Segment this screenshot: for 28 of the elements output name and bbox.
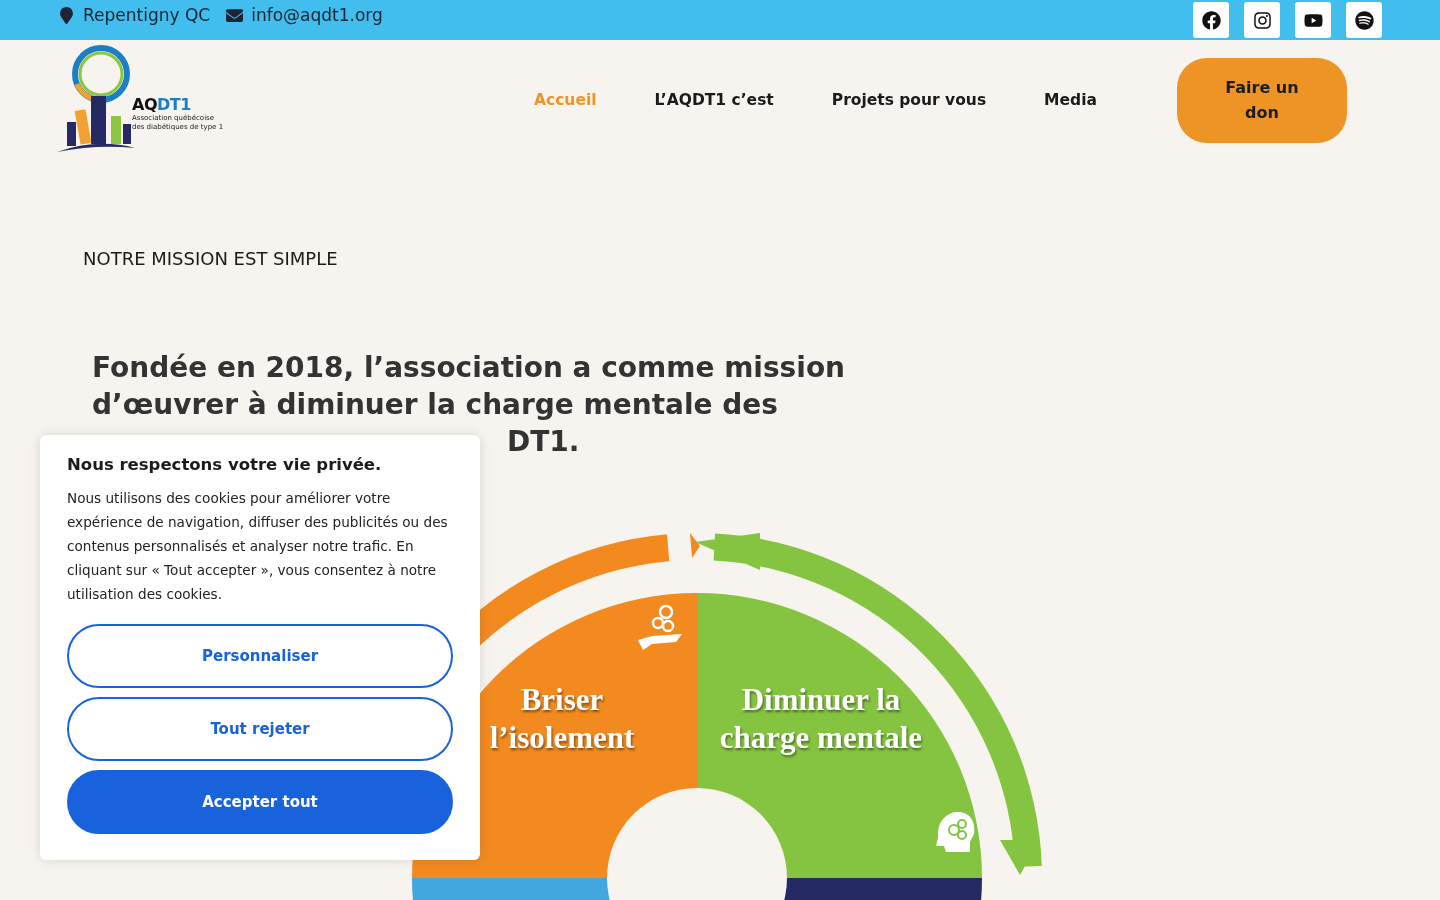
cookie-button[interactable]: Accepter tout	[67, 770, 453, 834]
location-pin-icon	[58, 6, 75, 24]
mission-heading: Fondée en 2018, l’association a comme mission d’œuvrer à diminuer la charge mentale des	[92, 350, 847, 423]
facebook-link[interactable]	[1193, 2, 1229, 38]
donate-button[interactable]: Faire un don	[1176, 57, 1347, 143]
envelope-icon	[226, 6, 244, 24]
logo-wordmark: AQDT1	[132, 94, 192, 114]
spotify-icon	[1354, 10, 1374, 30]
facebook-icon	[1201, 10, 1221, 30]
banner-title: Nous respectons votre vie privée.	[67, 455, 383, 474]
section-eyebrow: NOTRE MISSION EST SIMPLE	[83, 248, 339, 269]
cookie-button[interactable]: Personnaliser	[67, 624, 453, 688]
cookie-button[interactable]: Tout rejeter	[67, 697, 453, 761]
segment-label: Briser l’isolement	[489, 682, 635, 755]
nav-link[interactable]: Projets pour vous	[831, 91, 987, 109]
spotify-link[interactable]	[1346, 2, 1382, 38]
mission-heading: DT1.	[507, 424, 581, 460]
instagram-icon	[1252, 10, 1272, 30]
location-text: Repentigny QC	[83, 5, 211, 25]
head-gears-icon	[936, 812, 975, 852]
youtube-link[interactable]	[1295, 2, 1331, 38]
email-link[interactable]: info@aqdt1.org	[251, 5, 383, 25]
nav-link[interactable]: L’AQDT1 c’est	[654, 91, 774, 109]
nav-link[interactable]: Media	[1044, 91, 1097, 109]
hand-gears-icon	[638, 604, 682, 650]
segment-label: Diminuer la charge mentale	[719, 682, 923, 755]
instagram-link[interactable]	[1244, 2, 1280, 38]
banner-text: Nous utilisons des cookies pour améliorer votre expérience de navigation, diffuser des publicités ou des contenus personnalisés et analyser notre trafic. En cliquant sur « Tout accepter », vous consentez à notre utilisation des cookies.	[67, 489, 449, 604]
